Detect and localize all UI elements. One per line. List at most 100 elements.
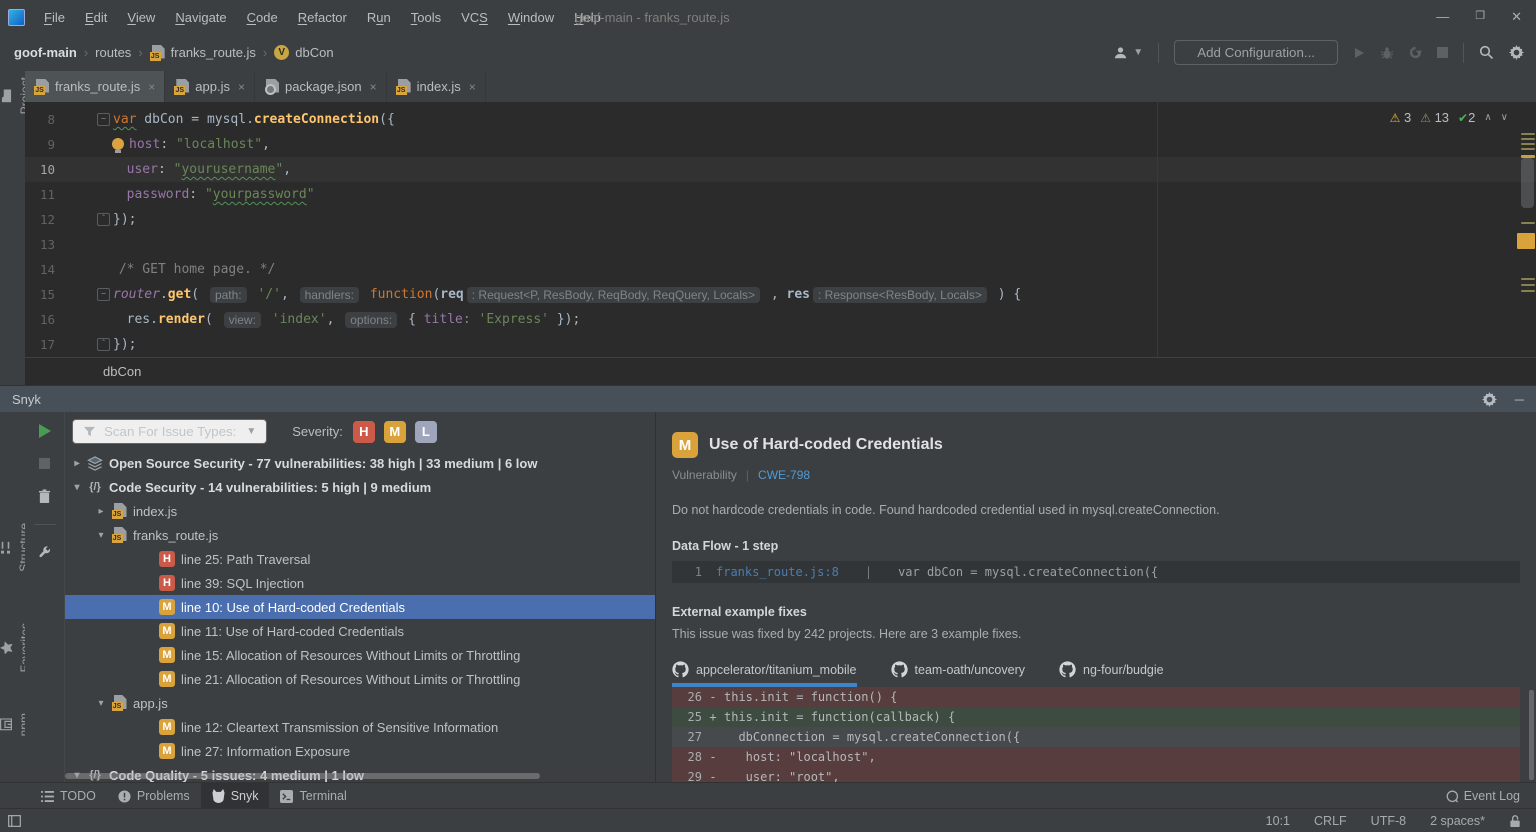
toolwindow-toggle-icon[interactable] [8,815,21,827]
lock-icon[interactable] [1509,814,1522,828]
close-tab-icon[interactable]: × [148,80,155,94]
tree-row[interactable]: Mline 27: Information Exposure [65,739,655,763]
tree-row[interactable]: Hline 39: SQL Injection [65,571,655,595]
intention-bulb-icon[interactable] [112,138,124,150]
menu-edit[interactable]: Edit [75,10,117,25]
tree-row[interactable]: Mline 11: Use of Hard-coded Credentials [65,619,655,643]
tab-label: app.js [195,79,230,94]
panel-minimize-icon[interactable]: ─ [1515,392,1524,407]
js-file-icon [150,45,165,61]
search-icon[interactable] [1479,45,1494,60]
fold-marker-icon[interactable]: ˆ [97,213,110,226]
breadcrumb-item-franks-route-js[interactable]: franks_route.js [150,45,256,61]
chevron-down-icon[interactable]: ▾ [93,530,109,541]
severity-filter-m[interactable]: M [384,421,406,443]
menu-file[interactable]: File [34,10,75,25]
stripe-button-npm[interactable]: npm [0,713,25,736]
cwe-link[interactable]: CWE-798 [758,468,810,482]
fold-marker-icon[interactable]: − [97,113,110,126]
detail-scrollbar[interactable] [1529,690,1534,780]
line-ending[interactable]: CRLF [1314,814,1347,828]
wrench-icon[interactable] [38,545,52,559]
close-icon[interactable]: ✕ [1511,9,1522,25]
menu-navigate[interactable]: Navigate [165,10,236,25]
stripe-button-project[interactable]: Project [0,77,25,114]
menu-vcs[interactable]: VCS [451,10,498,25]
maximize-icon[interactable]: ❐ [1475,9,1485,25]
data-flow-file-link[interactable]: franks_route.js:8 [716,565,839,579]
code-editor[interactable]: 8−var dbCon = mysql.createConnection({9h… [25,102,1536,357]
panel-settings-gear-icon[interactable] [1482,392,1497,407]
tree-row[interactable]: ▾franks_route.js [65,523,655,547]
menu-view[interactable]: View [117,10,165,25]
caret-position[interactable]: 10:1 [1266,814,1290,828]
tree-row[interactable]: Hline 25: Path Traversal [65,547,655,571]
tree-row-label: Open Source Security - 77 vulnerabilitie… [109,456,537,471]
severity-filter-l[interactable]: L [415,421,437,443]
fold-marker-icon[interactable]: − [97,288,110,301]
js-file-icon [34,79,49,95]
chevron-down-icon[interactable]: ▾ [69,482,85,493]
tree-row-label: index.js [133,504,177,519]
encoding[interactable]: UTF-8 [1371,814,1406,828]
stripe-button-structure[interactable]: Structure [0,523,25,572]
tool-button-problems[interactable]: Problems [107,783,201,809]
next-issue-icon[interactable]: ∨ [1501,112,1508,123]
tree-horizontal-scrollbar[interactable] [65,773,540,779]
chevron-right-icon[interactable]: ▸ [69,458,85,469]
tool-button-terminal[interactable]: Terminal [269,783,357,809]
tree-row[interactable]: ▸ index.js [65,499,655,523]
fix-tab-ng-four-budgie[interactable]: ng-four/budgie [1059,661,1164,687]
tab-package-json[interactable]: package.json × [255,71,387,102]
tool-button-todo[interactable]: TODO [30,783,107,809]
inspection-widget[interactable]: ⚠ 3 ⚠ 13 ✔2 ∧ ∨ [1390,110,1508,125]
indent-setting[interactable]: 2 spaces* [1430,814,1485,828]
close-tab-icon[interactable]: × [469,80,476,94]
chevron-down-icon[interactable]: ▾ [93,698,109,709]
tree-row[interactable]: ▾app.js [65,691,655,715]
trash-icon[interactable] [38,489,51,504]
breadcrumb-item-routes[interactable]: routes [95,45,131,60]
close-tab-icon[interactable]: × [238,80,245,94]
prev-issue-icon[interactable]: ∧ [1484,112,1491,123]
menu-window[interactable]: Window [498,10,564,25]
fix-tab-label: team-oath/uncovery [915,663,1025,677]
vcs-user-widget[interactable]: ▼ [1113,46,1143,60]
close-tab-icon[interactable]: × [370,80,377,94]
tab-app-js[interactable]: app.js × [165,71,255,102]
severity-filter-h[interactable]: H [353,421,375,443]
severity-m-icon: M [157,719,177,735]
tool-button-snyk[interactable]: Snyk [201,783,270,809]
scan-filter-dropdown[interactable]: Scan For Issue Types: ▼ [72,419,267,444]
code-line-17: 17ˆ}); [25,332,1536,357]
fix-tab-team-oath-uncovery[interactable]: team-oath/uncovery [891,661,1025,687]
editor-scrollbar[interactable] [1521,158,1534,208]
code-lines: 8−var dbCon = mysql.createConnection({9h… [25,107,1536,357]
menu-run[interactable]: Run [357,10,401,25]
add-configuration-button[interactable]: Add Configuration... [1174,40,1338,65]
menu-code[interactable]: Code [237,10,288,25]
snyk-panel-header[interactable]: Snyk ─ [0,385,1536,412]
tree-row[interactable]: ▸ Open Source Security - 77 vulnerabiliti… [65,451,655,475]
tree-row[interactable]: Mline 10: Use of Hard-coded Credentials [65,595,655,619]
menu-tools[interactable]: Tools [401,10,451,25]
minimize-icon[interactable]: — [1436,9,1449,25]
chevron-right-icon[interactable]: ▸ [93,506,109,517]
fold-marker-icon[interactable]: ˆ [97,338,110,351]
tab-label: package.json [285,79,362,94]
snyk-run-icon[interactable] [39,424,51,438]
event-log-button[interactable]: Event Log [1445,789,1520,803]
tab-index-js[interactable]: index.js× [387,71,486,102]
tree-row[interactable]: Mline 15: Allocation of Resources Withou… [65,643,655,667]
fix-tab-appcelerator-titanium-mobile[interactable]: appcelerator/titanium_mobile [672,661,857,687]
breadcrumb-item-dbcon[interactable]: VdbCon [274,45,333,60]
error-stripe-mark [1521,278,1535,280]
menu-refactor[interactable]: Refactor [288,10,357,25]
breadcrumb-item-goof-main[interactable]: goof-main [14,45,77,60]
tree-row[interactable]: Mline 12: Cleartext Transmission of Sens… [65,715,655,739]
tree-row[interactable]: ▾Code Security - 14 vulnerabilities: 5 h… [65,475,655,499]
settings-gear-icon[interactable] [1509,45,1524,60]
tree-row[interactable]: Mline 21: Allocation of Resources Withou… [65,667,655,691]
stripe-button-favorites[interactable]: Favorites [0,623,25,672]
tab-franks-route-js[interactable]: franks_route.js× [25,71,165,102]
